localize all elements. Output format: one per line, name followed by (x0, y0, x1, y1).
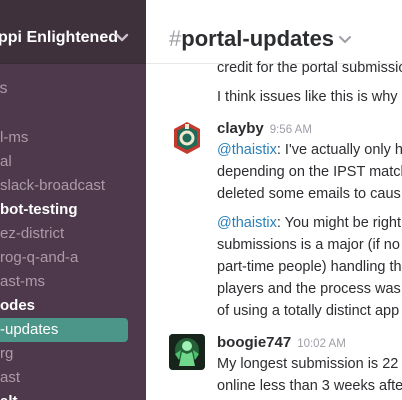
sidebar-channel-unread[interactable]: bot-testing (0, 198, 146, 222)
message-text-line: credit for the portal submissions (217, 60, 402, 76)
message-text-line: online less than 3 weeks afte (217, 378, 402, 394)
channel-hash: # (169, 26, 182, 51)
sidebar-channel-label: al (0, 153, 12, 170)
message-text-line: part-time people) handling th (217, 259, 402, 275)
sidebar-channel-label: ez-district (0, 225, 65, 242)
boogie-avatar-icon (169, 334, 205, 370)
sidebar-channel[interactable]: rog-q-and-a (0, 246, 146, 270)
author-name[interactable]: boogie747 (217, 334, 291, 351)
sidebar-channel[interactable]: l-ms (0, 126, 146, 150)
sidebar-channel-unread[interactable]: alt (0, 390, 146, 400)
message-timestamp[interactable]: 9:56 AM (270, 124, 312, 136)
chevron-down-icon[interactable] (338, 33, 352, 47)
avatar[interactable] (169, 334, 205, 370)
message-text-line: I think issues like this is why (217, 89, 398, 105)
message-author[interactable]: boogie747 10:02 AM (217, 334, 346, 351)
message-pane: #portal-updates credit for the portal su… (146, 0, 402, 400)
sidebar-channel[interactable]: al (0, 150, 146, 174)
user-mention[interactable]: @thaistix (217, 142, 277, 158)
channel-name: portal-updates (181, 26, 335, 51)
channels-section-heading[interactable]: ls (0, 80, 8, 98)
channel-title[interactable]: #portal-updates (169, 26, 334, 52)
sidebar-channel[interactable]: rg (0, 342, 146, 366)
sidebar-channel[interactable]: slack-broadcast (0, 174, 146, 198)
author-name[interactable]: clayby (217, 120, 264, 137)
sidebar-channel-label: ast-ms (0, 273, 45, 290)
sidebar-channel-label: slack-broadcast (0, 177, 106, 194)
team-name[interactable]: ppi Enlightened (0, 29, 118, 47)
clayby-avatar-icon (174, 122, 200, 154)
sidebar-channel-label: odes (0, 297, 36, 314)
message-text-line: @thaistix: You might be right (217, 212, 401, 234)
message-text: : You might be right (276, 215, 402, 231)
message-text-line: @thaistix: I've actually only h (217, 139, 402, 161)
message-text-line: submissions is a major (if no (217, 237, 400, 253)
sidebar-channel-active[interactable]: -updates (0, 318, 128, 342)
user-mention[interactable]: @thaistix (217, 215, 277, 231)
message-text-line: depending on the IPST match (217, 164, 402, 180)
sidebar-channel-label: l-ms (0, 129, 29, 146)
chevron-down-icon[interactable] (114, 30, 130, 46)
message-timestamp[interactable]: 10:02 AM (297, 338, 346, 350)
message-text-line: players and the process was (217, 281, 401, 297)
sidebar-channel-label: rg (0, 345, 14, 362)
sidebar-channel[interactable]: ast-ms (0, 270, 146, 294)
sidebar-channel-label: alt (0, 390, 18, 400)
sidebar-channel-unread[interactable]: odes (0, 294, 146, 318)
channel-header: #portal-updates (146, 0, 402, 64)
message-text-line: deleted some emails to caus (217, 186, 401, 202)
message-author[interactable]: clayby 9:56 AM (217, 120, 312, 137)
message-text: : I've actually only h (276, 142, 402, 158)
sidebar-channel[interactable]: ast (0, 366, 146, 390)
sidebar-channel-label: ast (0, 369, 21, 386)
sidebar-channel-label: rog-q-and-a (0, 249, 79, 266)
message-text-line: My longest submission is 22 (217, 356, 399, 372)
sidebar-channel-label: bot-testing (0, 201, 78, 218)
message-text-line: of using a totally distinct app (217, 303, 400, 319)
sidebar: ppi Enlightened ls l-ms al slack-broadca… (0, 0, 146, 400)
sidebar-channel-label: -updates (0, 321, 59, 338)
sidebar-channel[interactable]: ez-district (0, 222, 146, 246)
avatar[interactable] (169, 120, 205, 156)
team-header[interactable]: ppi Enlightened (0, 0, 146, 64)
